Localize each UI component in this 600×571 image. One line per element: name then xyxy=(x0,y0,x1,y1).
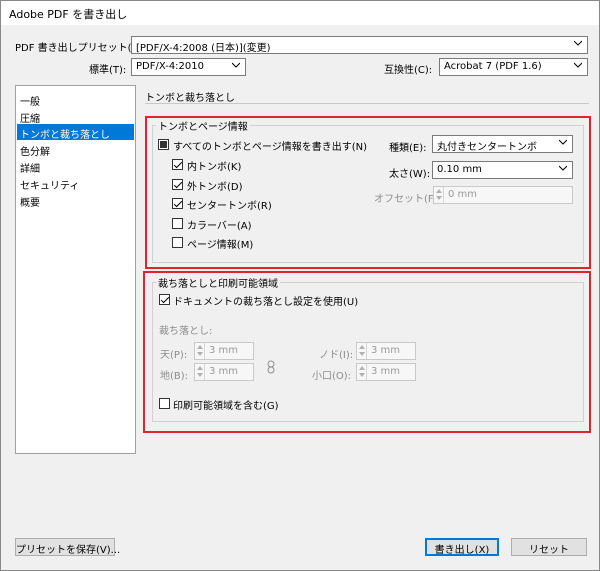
chevron-down-icon xyxy=(574,39,582,47)
page-info-label: ページ情報(M) xyxy=(187,240,254,251)
sidebar-item-marks-bleeds[interactable]: トンボと裁ち落とし xyxy=(17,124,134,141)
registration-marks-checkbox[interactable] xyxy=(172,198,183,209)
bleed-outside-stepper[interactable]: 3 mm xyxy=(356,363,416,381)
stepper-arrows-icon[interactable] xyxy=(195,343,205,359)
offset-stepper[interactable]: 0 mm xyxy=(433,186,573,204)
weight-select[interactable]: 0.10 mm xyxy=(432,161,573,179)
bleed-top-label: 天(P): xyxy=(160,350,188,361)
offset-value: 0 mm xyxy=(448,189,478,200)
sidebar-item-summary[interactable]: 概要 xyxy=(17,192,134,209)
bleed-label: 裁ち落とし: xyxy=(159,326,213,337)
sidebar-item-compression[interactable]: 圧縮 xyxy=(17,108,134,125)
standard-select[interactable]: PDF/X-4:2010 xyxy=(131,58,246,76)
bleed-inside-value: 3 mm xyxy=(371,345,401,356)
standard-value: PDF/X-4:2010 xyxy=(136,61,204,72)
category-list: 一般 圧縮 トンボと裁ち落とし 色分解 詳細 セキュリティ 概要 xyxy=(15,85,136,454)
include-slug-label: 印刷可能領域を含む(G) xyxy=(173,401,279,412)
bleed-bottom-value: 3 mm xyxy=(209,366,239,377)
weight-label: 太さ(W): xyxy=(389,169,431,180)
color-bars-label: カラーバー(A) xyxy=(187,221,252,232)
compat-label: 互換性(C): xyxy=(384,65,433,76)
export-button[interactable]: 書き出し(X) xyxy=(425,538,499,556)
section-divider xyxy=(145,103,589,104)
stepper-arrows-icon[interactable] xyxy=(357,343,367,359)
reset-button[interactable]: リセット xyxy=(511,538,587,556)
include-slug-checkbox[interactable] xyxy=(159,398,170,409)
chevron-down-icon xyxy=(559,138,567,146)
sidebar-item-output[interactable]: 色分解 xyxy=(17,141,134,158)
page-info-checkbox[interactable] xyxy=(172,237,183,248)
stepper-arrows-icon[interactable] xyxy=(357,364,367,380)
bleed-marks-checkbox[interactable] xyxy=(172,179,183,190)
bleed-outside-label: 小口(O): xyxy=(312,371,352,382)
crop-marks-checkbox[interactable] xyxy=(172,159,183,170)
chevron-down-icon xyxy=(574,61,582,69)
save-preset-button[interactable]: プリセットを保存(V)... xyxy=(15,538,120,556)
stepper-arrows-icon[interactable] xyxy=(195,364,205,380)
sidebar-item-security[interactable]: セキュリティ xyxy=(17,175,134,192)
use-doc-bleed-checkbox[interactable] xyxy=(159,294,170,305)
mark-type-value: 丸付きセンタートンボ xyxy=(437,142,537,153)
mark-type-label: 種類(E): xyxy=(389,143,427,154)
chain-link-icon[interactable] xyxy=(267,360,275,374)
all-marks-checkbox[interactable] xyxy=(158,139,169,150)
offset-label: オフセット(F): xyxy=(374,194,441,205)
stepper-arrows-icon[interactable] xyxy=(434,187,444,203)
mark-type-select[interactable]: 丸付きセンタートンボ xyxy=(432,135,573,153)
chevron-down-icon xyxy=(559,164,567,172)
sidebar-item-advanced[interactable]: 詳細 xyxy=(17,158,134,175)
title-bar: Adobe PDF を書き出し xyxy=(1,1,599,25)
compat-value: Acrobat 7 (PDF 1.6) xyxy=(444,61,542,72)
use-doc-bleed-label: ドキュメントの裁ち落とし設定を使用(U) xyxy=(173,297,359,308)
compat-select[interactable]: Acrobat 7 (PDF 1.6) xyxy=(439,58,588,76)
bleed-inside-label: ノド(I): xyxy=(319,350,354,361)
window-title: Adobe PDF を書き出し xyxy=(9,8,128,21)
bleed-outside-value: 3 mm xyxy=(371,366,401,377)
bleed-top-value: 3 mm xyxy=(209,345,239,356)
weight-value: 0.10 mm xyxy=(437,164,482,175)
standard-label: 標準(T): xyxy=(89,65,127,76)
preset-label: PDF 書き出しプリセット(S): xyxy=(15,43,146,54)
crop-marks-label: 内トンボ(K) xyxy=(187,162,242,173)
section-title: トンボと裁ち落とし xyxy=(145,93,235,104)
sidebar-item-general[interactable]: 一般 xyxy=(17,91,134,108)
bleed-marks-label: 外トンボ(D) xyxy=(187,182,243,193)
bleed-top-stepper[interactable]: 3 mm xyxy=(194,342,254,360)
bleed-bottom-stepper[interactable]: 3 mm xyxy=(194,363,254,381)
registration-marks-label: センタートンボ(R) xyxy=(187,201,272,212)
color-bars-checkbox[interactable] xyxy=(172,218,183,229)
bleed-bottom-label: 地(B): xyxy=(160,371,189,382)
bleed-inside-stepper[interactable]: 3 mm xyxy=(356,342,416,360)
chevron-down-icon xyxy=(232,61,240,69)
all-marks-label: すべてのトンボとページ情報を書き出す(N) xyxy=(173,142,367,153)
export-pdf-dialog: Adobe PDF を書き出し PDF 書き出しプリセット(S): [PDF/X… xyxy=(0,0,600,571)
preset-value: [PDF/X-4:2008 (日本)](変更) xyxy=(136,43,271,54)
preset-select[interactable]: [PDF/X-4:2008 (日本)](変更) xyxy=(131,36,588,54)
